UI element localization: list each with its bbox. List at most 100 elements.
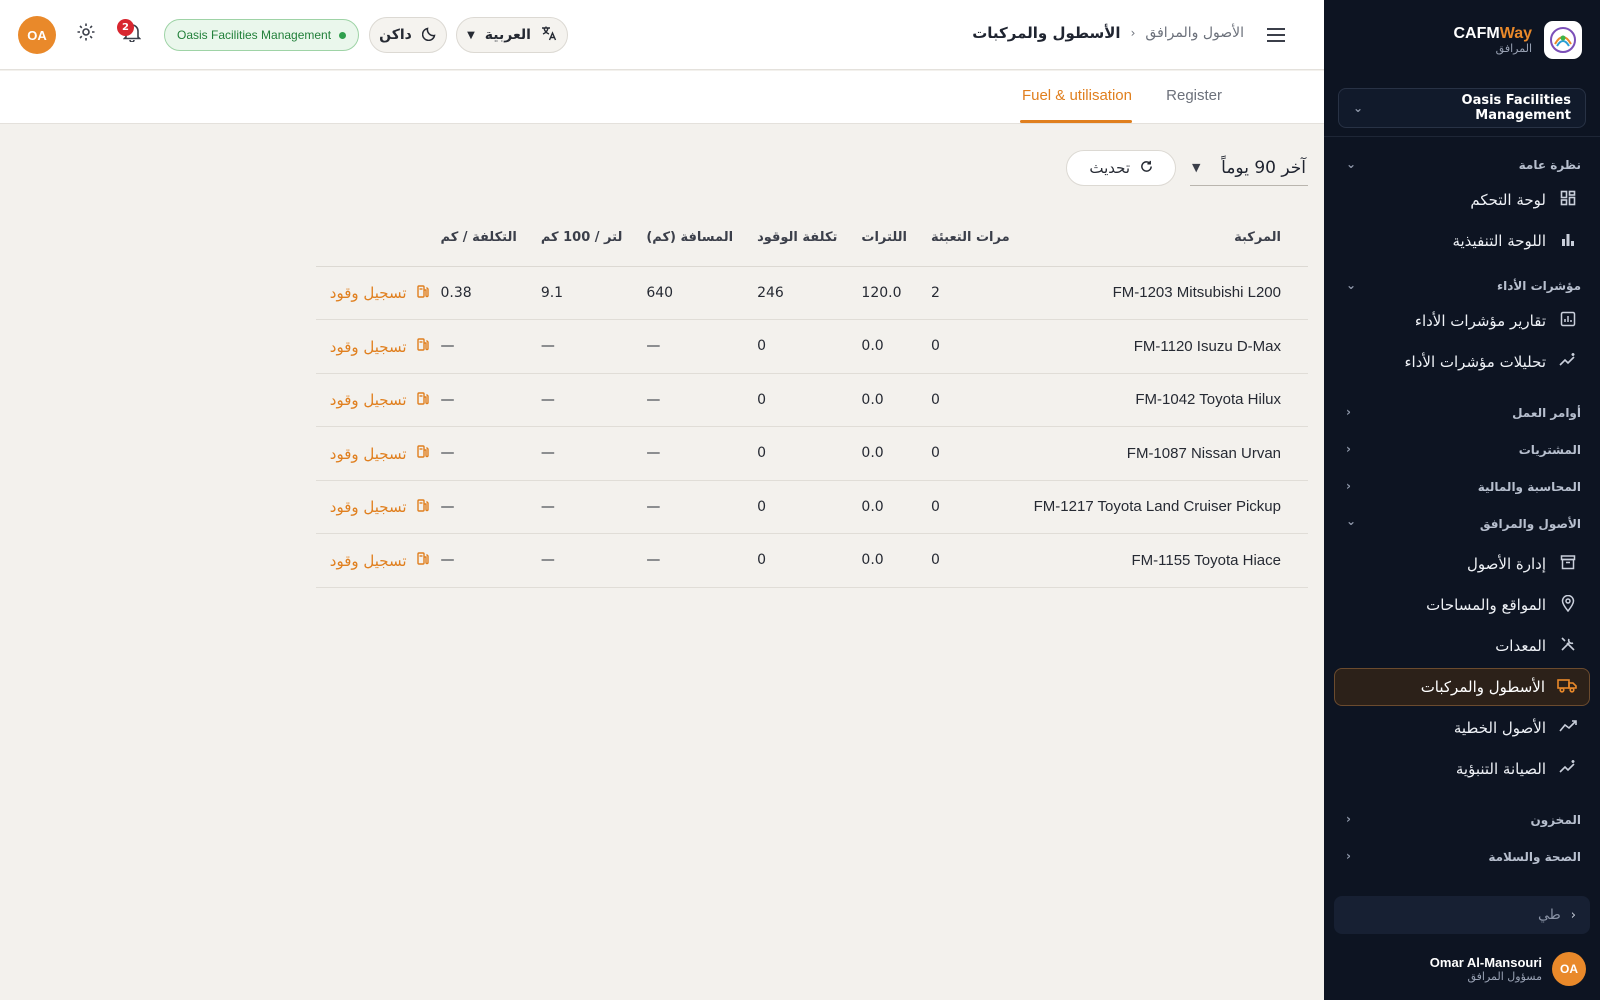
cell-litres: 120.0 <box>849 266 919 320</box>
sidebar-item-linear-assets[interactable]: الأصول الخطية <box>1334 709 1590 747</box>
nav-group-finance[interactable]: المحاسبة والمالية ‹ <box>1324 468 1600 505</box>
log-fuel-label: تسجيل وقود <box>329 284 407 302</box>
chevron-left-icon: ‹ <box>1346 479 1351 493</box>
sidebar-item-equipment[interactable]: المعدات <box>1334 627 1590 665</box>
table-row: FM-1203 Mitsubishi L200 2 120.0 246 640 9.1 0.… <box>316 266 1308 320</box>
cell-vehicle: FM-1042 Toyota Hilux <box>1021 373 1308 427</box>
brand-logo-icon <box>1544 21 1582 59</box>
cell-litres: 0.0 <box>849 426 919 481</box>
organization-select[interactable]: Oasis Facilities Management ⌄ <box>1338 88 1586 128</box>
user-name: Omar Al-Mansouri <box>1429 954 1542 970</box>
analytics-sparkle-icon <box>1558 352 1578 372</box>
moon-icon <box>421 26 437 45</box>
cell-consumption: — <box>528 480 635 534</box>
cell-distance: — <box>634 319 746 374</box>
cell-actions: تسجيل وقود <box>316 426 429 481</box>
log-fuel-button[interactable]: تسجيل وقود <box>330 445 429 463</box>
archive-box-icon <box>1558 554 1578 574</box>
log-fuel-button[interactable]: تسجيل وقود <box>330 284 429 302</box>
cell-fills: 0 <box>918 373 1022 427</box>
cell-distance: — <box>634 426 746 481</box>
period-select[interactable]: آخر 90 يوماً ▼ <box>1190 150 1308 186</box>
column-header-fills: مرات التعبئة <box>918 210 1022 267</box>
user-role: مسؤول المرافق <box>1467 970 1542 984</box>
nav-group-work-orders[interactable]: أوامر العمل ‹ <box>1324 394 1600 431</box>
chevron-left-icon: ‹ <box>1346 442 1351 456</box>
column-header-actions <box>316 210 429 267</box>
cell-fuel-cost: 0 <box>745 480 850 534</box>
organization-select-label: Oasis Facilities Management <box>1461 93 1571 123</box>
cell-fuel-cost: 0 <box>745 319 850 374</box>
sidebar-item-dashboard[interactable]: لوحة التحكم <box>1334 181 1590 219</box>
cell-actions: تسجيل وقود <box>316 480 429 534</box>
theme-toggle-button[interactable]: داكن <box>369 17 447 53</box>
cell-consumption: — <box>528 533 635 588</box>
cell-fills: 0 <box>918 319 1022 374</box>
nav-group-kpi[interactable]: مؤشرات الأداء ⌄ <box>1324 273 1600 299</box>
cell-cost-per-km: — <box>428 373 529 427</box>
chevron-left-icon: ‹ <box>1346 849 1351 863</box>
gear-icon[interactable] <box>76 22 96 47</box>
language-select[interactable]: العربية ▼ <box>456 17 568 53</box>
log-fuel-label: تسجيل وقود <box>329 498 407 516</box>
log-fuel-button[interactable]: تسجيل وقود <box>330 338 429 356</box>
map-pin-icon <box>1558 594 1578 616</box>
sidebar-item-kpi-reports[interactable]: تقارير مؤشرات الأداء <box>1334 302 1590 340</box>
log-fuel-button[interactable]: تسجيل وقود <box>330 391 429 409</box>
tab-register[interactable]: Register <box>1166 87 1222 104</box>
fuel-pump-icon <box>416 284 429 302</box>
cell-cost-per-km: — <box>428 319 529 374</box>
bar-chart-icon <box>1558 231 1578 251</box>
nav-group-procurement[interactable]: المشتريات ‹ <box>1324 431 1600 468</box>
log-fuel-button[interactable]: تسجيل وقود <box>330 498 429 516</box>
nav-group-hse[interactable]: الصحة والسلامة ‹ <box>1324 838 1600 875</box>
sidebar-item-asset-management[interactable]: إدارة الأصول <box>1334 545 1590 583</box>
tab-fuel-utilisation[interactable]: Fuel & utilisation <box>1022 87 1132 104</box>
log-fuel-button[interactable]: تسجيل وقود <box>330 552 429 570</box>
refresh-button[interactable]: تحديث <box>1066 150 1176 186</box>
fuel-pump-icon <box>416 338 429 355</box>
nav-group-assets[interactable]: الأصول والمرافق ⌄ <box>1324 505 1600 542</box>
menu-icon[interactable] <box>1266 24 1286 49</box>
log-fuel-label: تسجيل وقود <box>329 444 407 463</box>
sidebar-item-predictive-maintenance[interactable]: الصيانة التنبؤية <box>1334 750 1590 788</box>
top-header: الأصول والمرافق ‹ الأسطول والمركبات OA 2… <box>0 0 1324 70</box>
sidebar-item-fleet[interactable]: الأسطول والمركبات <box>1334 668 1590 706</box>
log-fuel-label: تسجيل وقود <box>329 391 407 409</box>
avatar[interactable]: OA <box>18 16 56 54</box>
column-header-consumption: لتر / 100 كم <box>528 210 635 267</box>
tools-icon <box>1558 636 1578 656</box>
fuel-pump-icon <box>416 445 429 462</box>
cell-consumption: 9.1 <box>528 266 635 320</box>
fuel-pump-icon <box>416 498 429 516</box>
sidebar-item-locations[interactable]: المواقع والمساحات <box>1334 586 1590 624</box>
nav-group-inventory[interactable]: المخزون ‹ <box>1324 801 1600 838</box>
chevron-down-icon: ⌄ <box>1353 101 1364 115</box>
cell-cost-per-km: — <box>428 426 529 481</box>
active-tab-indicator <box>1020 120 1132 123</box>
chevron-left-icon: ‹ <box>1570 907 1576 923</box>
column-header-fuel-cost: تكلفة الوقود <box>745 210 850 267</box>
sidebar-item-executive-dashboard[interactable]: اللوحة التنفيذية <box>1334 222 1590 260</box>
log-fuel-label: تسجيل وقود <box>329 551 407 570</box>
table-header-row: المركبة مرات التعبئة اللترات تكلفة الوقو… <box>316 210 1308 267</box>
cell-fills: 0 <box>918 480 1022 534</box>
cell-litres: 0.0 <box>849 373 919 427</box>
chevron-left-icon: ‹ <box>1130 26 1136 40</box>
log-fuel-label: تسجيل وقود <box>329 337 407 356</box>
cell-consumption: — <box>528 319 635 374</box>
sidebar-collapse-button[interactable]: ‹ طي <box>1334 896 1590 934</box>
breadcrumb-parent[interactable]: الأصول والمرافق <box>1145 25 1244 41</box>
user-profile[interactable]: OA Omar Al-Mansouri مسؤول المرافق <box>1430 952 1586 986</box>
nav-group-overview[interactable]: نظرة عامة ⌄ <box>1324 152 1600 178</box>
cell-actions: تسجيل وقود <box>316 373 429 427</box>
cell-distance: — <box>634 533 746 588</box>
chevron-down-icon: ⌄ <box>1346 514 1357 528</box>
table-row: FM-1042 Toyota Hilux 0 0.0 0— — — تسجيل وقود <box>316 373 1308 427</box>
sidebar-item-kpi-analytics[interactable]: تحليلات مؤشرات الأداء <box>1334 343 1590 381</box>
table-row: FM-1217 Toyota Land Cruiser Pickup 0 0.0 0—… <box>316 480 1308 534</box>
brand[interactable]: CAFMWay المرافق <box>1453 20 1582 60</box>
cell-cost-per-km: 0.38 <box>428 266 529 320</box>
organization-chip[interactable]: Oasis Facilities Management <box>164 19 360 51</box>
chevron-left-icon: ‹ <box>1346 405 1351 419</box>
